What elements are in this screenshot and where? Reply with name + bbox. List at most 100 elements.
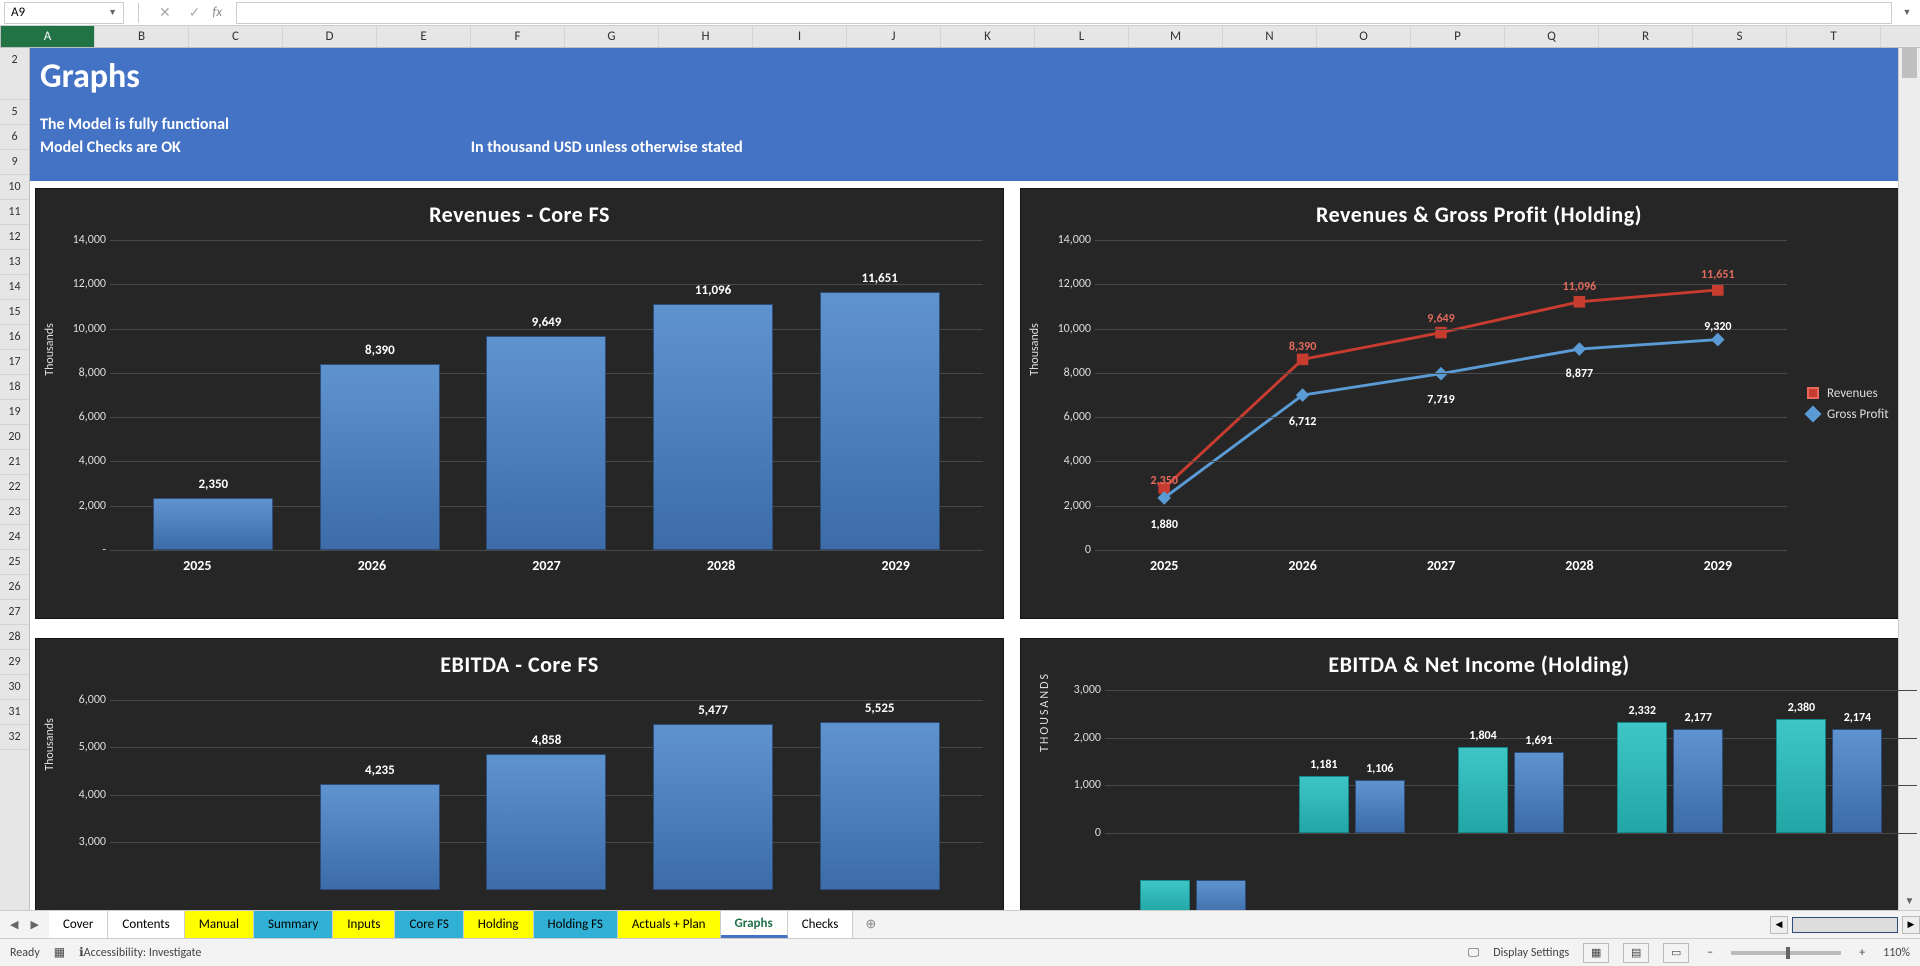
macro-icon[interactable]: ▦	[54, 945, 65, 960]
scroll-thumb[interactable]	[1902, 48, 1917, 78]
row-header[interactable]: 9	[0, 150, 29, 175]
add-sheet-icon[interactable]: ⊕	[853, 917, 888, 932]
expand-formula-icon[interactable]: ▼	[1898, 7, 1916, 18]
column-header[interactable]: G	[565, 26, 659, 47]
row-header[interactable]: 16	[0, 325, 29, 350]
zoom-in-icon[interactable]: +	[1855, 946, 1869, 960]
row-header[interactable]: 30	[0, 675, 29, 700]
column-header[interactable]: R	[1599, 26, 1693, 47]
row-header[interactable]: 15	[0, 300, 29, 325]
row-header[interactable]: 25	[0, 550, 29, 575]
column-header[interactable]: L	[1035, 26, 1129, 47]
row-header[interactable]: 2	[0, 48, 29, 100]
sheet-tab[interactable]: Inputs	[333, 911, 395, 938]
chart-ebitda-core[interactable]: EBITDA - Core FS Thousands 3,0004,0005,0…	[35, 638, 1004, 910]
zoom-out-icon[interactable]: −	[1703, 946, 1717, 960]
column-header[interactable]: K	[941, 26, 1035, 47]
row-header[interactable]: 11	[0, 200, 29, 225]
hscroll-right-icon[interactable]: ▶	[1902, 916, 1920, 934]
formula-input[interactable]	[236, 2, 1892, 24]
unit-note: In thousand USD unless otherwise stated	[471, 138, 743, 157]
row-header[interactable]: 17	[0, 350, 29, 375]
chart-title: Revenues & Gross Profit (Holding)	[1021, 189, 1920, 240]
hscroll-track[interactable]	[1792, 917, 1898, 933]
row-header[interactable]: 29	[0, 650, 29, 675]
legend-label: Gross Profit	[1827, 407, 1889, 422]
chevron-down-icon[interactable]: ▼	[108, 7, 117, 18]
name-box[interactable]: A9 ▼	[4, 2, 124, 24]
column-header[interactable]: D	[283, 26, 377, 47]
row-header[interactable]: 22	[0, 475, 29, 500]
row-header[interactable]: 28	[0, 625, 29, 650]
column-header[interactable]: S	[1693, 26, 1787, 47]
row-header-gutter: 2569101112131415161718192021222324252627…	[0, 48, 30, 910]
hscroll-left-icon[interactable]: ◀	[1770, 916, 1788, 934]
column-header[interactable]: C	[189, 26, 283, 47]
row-header[interactable]: 5	[0, 100, 29, 125]
column-header[interactable]: M	[1129, 26, 1223, 47]
accessibility-status[interactable]: Accessibility: Investigate	[84, 946, 202, 960]
row-header[interactable]: 31	[0, 700, 29, 725]
status-line1: The Model is fully functional	[40, 115, 229, 134]
row-header[interactable]: 32	[0, 725, 29, 750]
row-header[interactable]: 14	[0, 275, 29, 300]
sheet-tab[interactable]: Holding FS	[534, 911, 618, 938]
column-header[interactable]: T	[1787, 26, 1881, 47]
column-header[interactable]: O	[1317, 26, 1411, 47]
row-header[interactable]: 27	[0, 600, 29, 625]
display-settings-icon[interactable]: 🖵	[1468, 946, 1480, 960]
zoom-value: 110%	[1883, 946, 1910, 960]
sheet-tab[interactable]: Contents	[108, 911, 184, 938]
tab-prev-icon[interactable]: ◀	[10, 918, 18, 931]
row-header[interactable]: 23	[0, 500, 29, 525]
confirm-icon[interactable]: ✓	[183, 4, 207, 21]
row-header[interactable]: 26	[0, 575, 29, 600]
column-header[interactable]: P	[1411, 26, 1505, 47]
row-header[interactable]: 21	[0, 450, 29, 475]
sheet-tab[interactable]: Checks	[788, 911, 854, 938]
row-header[interactable]: 6	[0, 125, 29, 150]
view-normal-icon[interactable]: ▦	[1583, 943, 1609, 963]
column-header[interactable]: B	[95, 26, 189, 47]
tab-nav[interactable]: ◀ ▶	[0, 918, 49, 931]
view-pagebreak-icon[interactable]: ▭	[1663, 943, 1689, 963]
column-header[interactable]: E	[377, 26, 471, 47]
sheet-tab[interactable]: Cover	[49, 911, 108, 938]
sheet-tab[interactable]: Actuals + Plan	[618, 911, 721, 938]
column-header[interactable]: J	[847, 26, 941, 47]
cancel-icon[interactable]: ✕	[153, 4, 177, 21]
column-header[interactable]: I	[753, 26, 847, 47]
sheet-tab[interactable]: Holding	[464, 911, 534, 938]
sheet-tab[interactable]: Manual	[185, 911, 254, 938]
chart-ebitda-net-holding[interactable]: EBITDA & Net Income (Holding) THOUSANDS …	[1020, 638, 1920, 910]
column-header[interactable]: U	[1881, 26, 1920, 47]
view-layout-icon[interactable]: ▤	[1623, 943, 1649, 963]
column-header[interactable]: F	[471, 26, 565, 47]
row-header[interactable]: 12	[0, 225, 29, 250]
row-header[interactable]: 18	[0, 375, 29, 400]
chart-revenues-core[interactable]: Revenues - Core FS Thousands -2,0004,000…	[35, 188, 1004, 619]
tab-next-icon[interactable]: ▶	[30, 918, 38, 931]
y-axis-label: Thousands	[43, 718, 57, 771]
sheet-tab[interactable]: Core FS	[395, 911, 463, 938]
zoom-slider[interactable]	[1731, 951, 1841, 955]
chart-rev-gp-holding[interactable]: Revenues & Gross Profit (Holding) Thousa…	[1020, 188, 1920, 619]
column-header[interactable]: H	[659, 26, 753, 47]
row-header[interactable]: 24	[0, 525, 29, 550]
y-axis-label: Thousands	[43, 323, 57, 376]
row-header[interactable]: 10	[0, 175, 29, 200]
column-header[interactable]: A	[1, 26, 95, 47]
column-header[interactable]: Q	[1505, 26, 1599, 47]
row-header[interactable]: 20	[0, 425, 29, 450]
worksheet-canvas[interactable]: Graphs The Model is fully functional Mod…	[30, 48, 1920, 910]
sheet-tab[interactable]: Graphs	[721, 911, 788, 938]
y-axis-label: Thousands	[1028, 323, 1042, 376]
row-header[interactable]: 13	[0, 250, 29, 275]
display-settings-label[interactable]: Display Settings	[1493, 946, 1569, 960]
sheet-tab[interactable]: Summary	[254, 911, 333, 938]
scroll-down-icon[interactable]: ▼	[1899, 890, 1920, 910]
fx-icon[interactable]: fx	[212, 5, 222, 20]
column-header[interactable]: N	[1223, 26, 1317, 47]
legend-marker-icon	[1805, 406, 1822, 423]
row-header[interactable]: 19	[0, 400, 29, 425]
